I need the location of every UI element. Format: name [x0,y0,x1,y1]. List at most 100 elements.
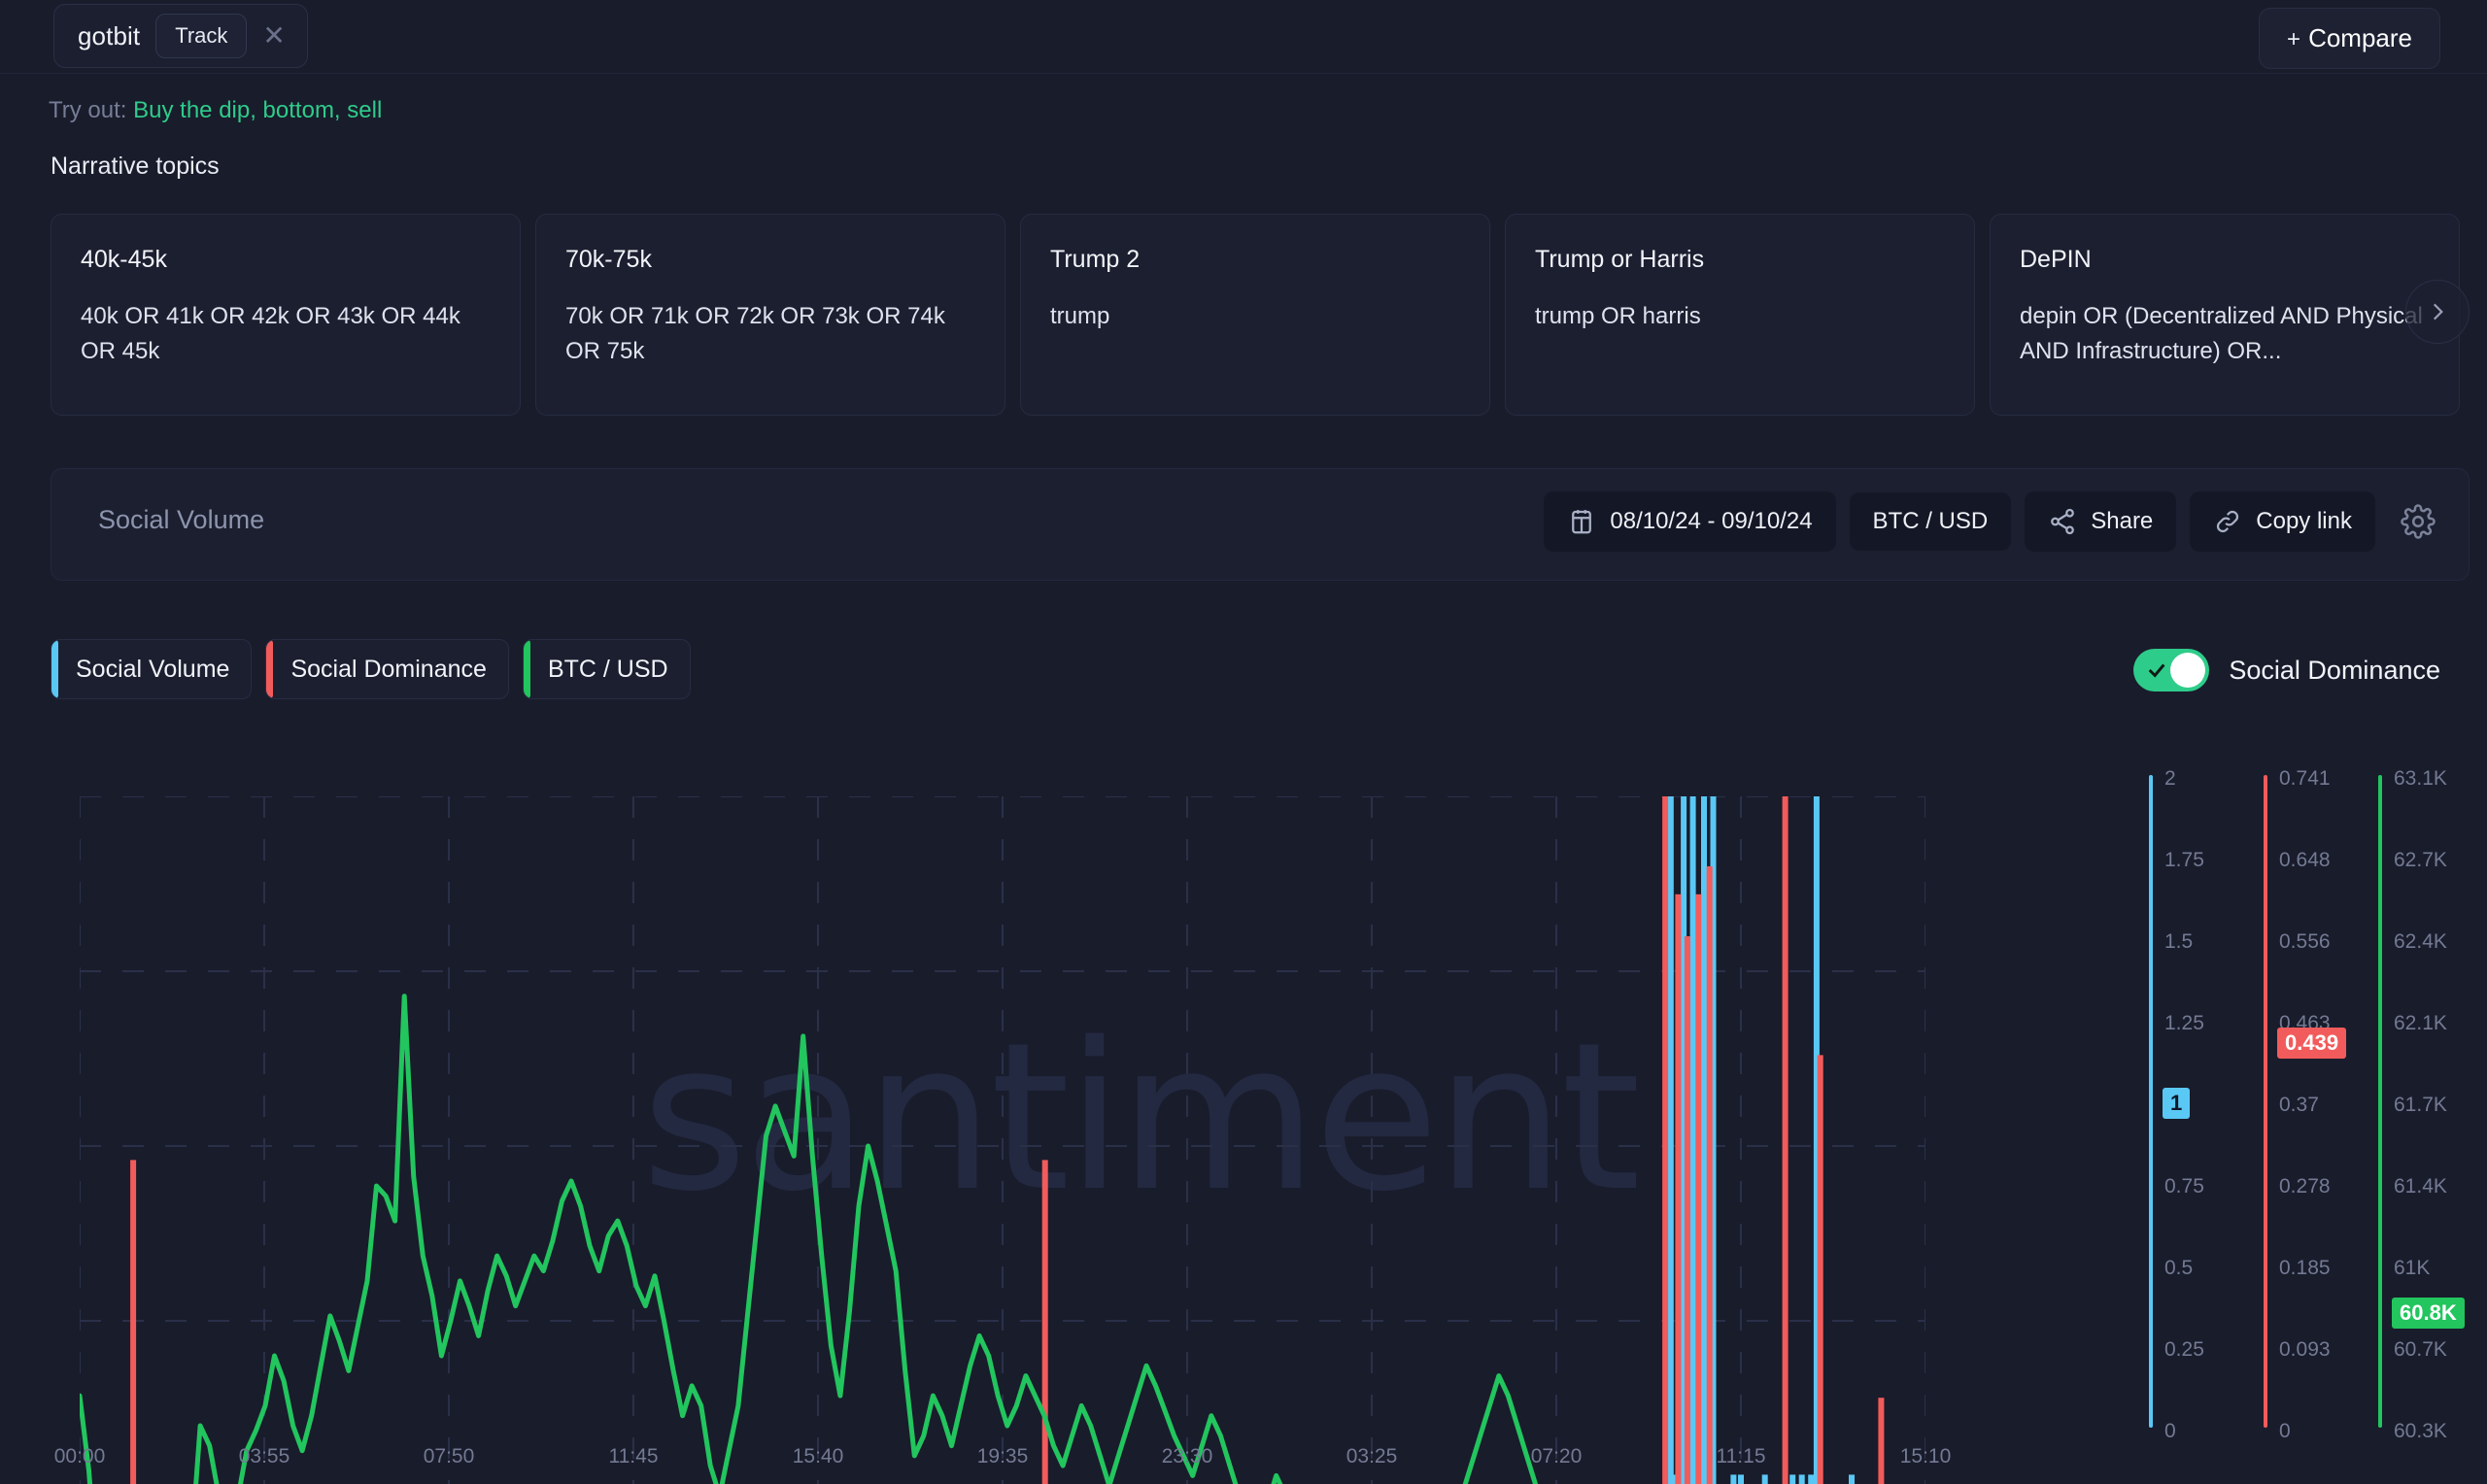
track-button[interactable]: Track [155,14,248,58]
x-axis: 00:00 03:55 07:50 11:45 15:40 19:35 23:30 03:25… [0,1445,2487,1484]
y-axis-line [2264,775,2267,1428]
chart-plot [80,796,1925,1484]
y-axis-tick: 2 [2164,767,2176,790]
narrative-card[interactable]: 40k-45k 40k OR 41k OR 42k OR 43k OR 44k O… [51,214,521,416]
x-axis-tick: 15:10 [1899,1445,1952,1467]
y-axis-line [2378,775,2382,1428]
x-axis-tick: 03:55 [238,1445,290,1467]
narrative-card-query: trump [1050,303,1110,329]
narrative-card-query: depin OR (Decentralized AND Physical AND… [2020,303,2423,365]
y-axis-tick: 60.7K [2394,1338,2447,1361]
series-chip[interactable]: Social Dominance [265,639,509,699]
toggle-switch[interactable] [2133,649,2210,691]
x-axis-tick: 23:30 [1161,1445,1213,1467]
series-chip[interactable]: Social Volume [51,639,253,699]
series-chip-label: Social Volume [76,655,230,683]
y-axis-tick: 60.3K [2394,1420,2447,1442]
y-axis-tick: 0.25 [2164,1338,2204,1361]
narrative-card-title: DePIN [2020,246,2092,273]
y-axis-tick: 0 [2164,1420,2176,1442]
add-compare-button[interactable]: + Compare [2259,8,2440,69]
y-axis-tick: 0.093 [2279,1338,2331,1361]
gear-icon [2401,504,2436,539]
y-axis-current-value-badge: 0.439 [2277,1028,2347,1060]
try-out-suggestions[interactable]: Buy the dip, bottom, sell [133,97,382,123]
narrative-topics-list: 40k-45k 40k OR 41k OR 42k OR 43k OR 44k O… [51,214,2470,416]
series-chip[interactable]: BTC / USD [522,639,691,699]
narrative-card-query: trump OR harris [1535,303,1701,329]
narrative-card-query: 40k OR 41k OR 42k OR 43k OR 44k OR 45k [81,303,460,365]
asset-pill[interactable]: gotbit Track ✕ [53,4,308,68]
series-legend: Social Volume Social Dominance BTC / USD [51,639,691,699]
asset-pair-label: BTC / USD [1872,508,1989,534]
narrative-card-title: Trump 2 [1050,246,1141,273]
date-range-button[interactable]: 08/10/24 - 09/10/24 [1544,491,1836,552]
y-axis-current-value-badge: 60.8K [2392,1298,2465,1330]
x-axis-tick: 03:25 [1346,1445,1398,1467]
y-axis-tick: 62.4K [2394,930,2447,953]
share-label: Share [2091,508,2154,534]
y-axis-tick: 0.648 [2279,849,2331,871]
y-axis-tick: 61K [2394,1257,2431,1279]
narrative-card[interactable]: Trump or Harris trump OR harris [1505,214,1975,416]
try-out-prefix: Try out: [49,97,127,123]
narrative-card-title: 40k-45k [81,246,167,273]
copy-link-button[interactable]: Copy link [2190,491,2375,552]
settings-button[interactable] [2389,492,2447,551]
asset-name: gotbit [78,20,141,51]
y-axis-line [2149,775,2153,1428]
x-axis-tick: 19:35 [976,1445,1029,1467]
y-axis-tick: 0.741 [2279,767,2331,790]
y-axis-current-value-badge: 1 [2163,1088,2191,1119]
toggle-label: Social Dominance [2229,655,2440,685]
series-color-swatch [266,640,274,698]
asset-pair-button[interactable]: BTC / USD [1849,492,2012,551]
x-axis-tick: 11:15 [1716,1445,1766,1467]
y-axis-tick: 0.556 [2279,930,2331,953]
y-axis-tick: 0.5 [2164,1257,2194,1279]
y-axis-tick: 62.7K [2394,849,2447,871]
series-chip-label: BTC / USD [547,655,668,683]
narrative-card[interactable]: DePIN depin OR (Decentralized AND Physica… [1990,214,2460,416]
toggle-knob [2170,653,2206,688]
share-icon [2051,508,2075,535]
metric-toolbar: 08/10/24 - 09/10/24 BTC / USD Share Copy… [1544,491,2447,552]
share-button[interactable]: Share [2025,491,2177,552]
series-color-swatch [523,640,530,698]
plus-icon: + [2287,26,2301,52]
y-axis-tick: 1.5 [2164,930,2194,953]
x-axis-tick: 07:50 [423,1445,475,1467]
chart-container[interactable]: santiment 00:00 03:55 07:50 11:45 15:40 19:35… [0,767,2487,1484]
narrative-card[interactable]: 70k-75k 70k OR 71k OR 72k OR 73k OR 74k O… [535,214,1005,416]
narrative-card[interactable]: Trump 2 trump [1020,214,1490,416]
compare-label: Compare [2308,23,2412,52]
y-axis-tick: 0.37 [2279,1094,2319,1116]
link-icon [2217,510,2239,533]
y-axis-tick: 0.75 [2164,1175,2204,1197]
narrative-card-query: 70k OR 71k OR 72k OR 73k OR 74k OR 75k [565,303,945,365]
metric-title: Social Volume [98,505,265,534]
narrative-card-title: 70k-75k [565,246,652,273]
y-axis-tick: 62.1K [2394,1012,2447,1034]
x-axis-tick: 11:45 [608,1445,659,1467]
y-axis-tick: 1.75 [2164,849,2204,871]
top-bar: gotbit Track ✕ + Compare [0,0,2487,74]
check-icon [2146,659,2167,681]
narrative-card-title: Trump or Harris [1535,246,1705,273]
y-axis-tick: 61.4K [2394,1175,2447,1197]
x-axis-tick: 00:00 [53,1445,106,1467]
x-axis-tick: 07:20 [1530,1445,1583,1467]
x-axis-tick: 15:40 [792,1445,844,1467]
narrative-topics-title: Narrative topics [51,152,220,180]
narrative-next-button[interactable] [2405,280,2470,344]
social-dominance-toggle[interactable]: Social Dominance [2133,649,2440,691]
series-chip-label: Social Dominance [290,655,487,683]
try-out-row: Try out: Buy the dip, bottom, sell [49,97,382,124]
chevron-right-icon [2433,303,2443,320]
y-axis-tick: 61.7K [2394,1094,2447,1116]
y-axis-tick: 0.278 [2279,1175,2331,1197]
y-axis-tick: 1.25 [2164,1012,2204,1034]
metric-header-bar: Social Volume 08/10/24 - 09/10/24 BTC / … [51,468,2470,581]
date-range-value: 08/10/24 - 09/10/24 [1610,508,1813,534]
close-icon[interactable]: ✕ [262,22,285,50]
